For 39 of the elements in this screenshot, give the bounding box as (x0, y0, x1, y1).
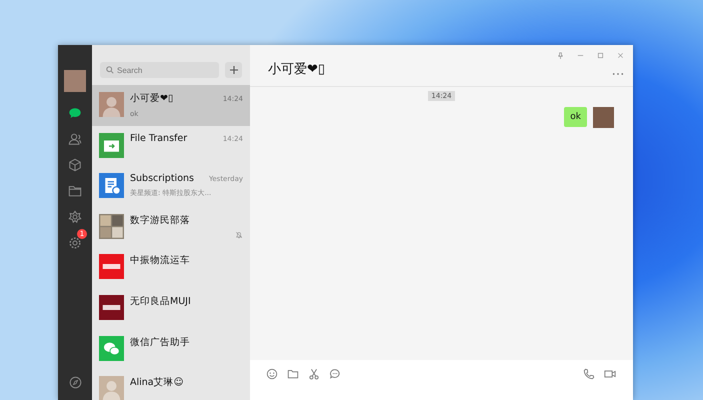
chat-name: 小可爱❤▯ (130, 92, 174, 105)
compass-icon[interactable] (68, 376, 82, 389)
chat-title: 小可爱❤▯ (268, 61, 326, 78)
pin-icon[interactable] (557, 52, 564, 59)
close-icon[interactable] (617, 52, 624, 59)
avatar-photo (593, 107, 614, 128)
phone-icon[interactable] (583, 368, 595, 380)
message-input-area[interactable] (250, 360, 633, 400)
chat-name: Alina艾琳☺ (130, 376, 184, 390)
flower-icon[interactable] (68, 210, 82, 224)
person-icon[interactable] (68, 132, 82, 146)
more-icon[interactable] (612, 72, 624, 76)
chat-name: 中振物流运车 (130, 254, 190, 268)
search-icon (106, 66, 114, 74)
chat-name: Subscriptions (130, 173, 194, 184)
maximize-icon[interactable] (597, 52, 604, 59)
chat-name: 无印良品MUJI (130, 294, 191, 308)
search-field[interactable]: Search (100, 62, 219, 78)
chat-list-item[interactable]: Alina艾琳☺ (92, 369, 250, 400)
chat-bubble-icon[interactable] (329, 368, 341, 380)
message-bubble: ok (564, 107, 587, 127)
video-camera-icon[interactable] (604, 368, 616, 380)
chat-name: 数字游民部落 (130, 214, 190, 227)
plus-icon (228, 65, 238, 75)
chat-list-item[interactable]: 无印良品MUJI (92, 288, 250, 329)
chat-name: 微信广告助手 (130, 336, 190, 349)
chat-list-item[interactable]: 微信广告助手 (92, 328, 250, 370)
avatar-photo (64, 70, 86, 92)
chat-list-item[interactable]: 数字游民部落 (92, 206, 250, 248)
add-button[interactable] (225, 62, 242, 78)
emoji-icon[interactable] (266, 368, 278, 380)
scissors-icon[interactable] (308, 368, 320, 380)
folder-icon[interactable] (68, 184, 82, 198)
folder-icon[interactable] (287, 368, 299, 380)
chat-list-item[interactable]: 中振物流运车 (92, 247, 250, 288)
settings-icon[interactable] (68, 236, 82, 250)
chat-bubble-icon[interactable] (68, 106, 82, 120)
chat-name: File Transfer (130, 132, 188, 144)
cube-icon[interactable] (68, 158, 82, 172)
